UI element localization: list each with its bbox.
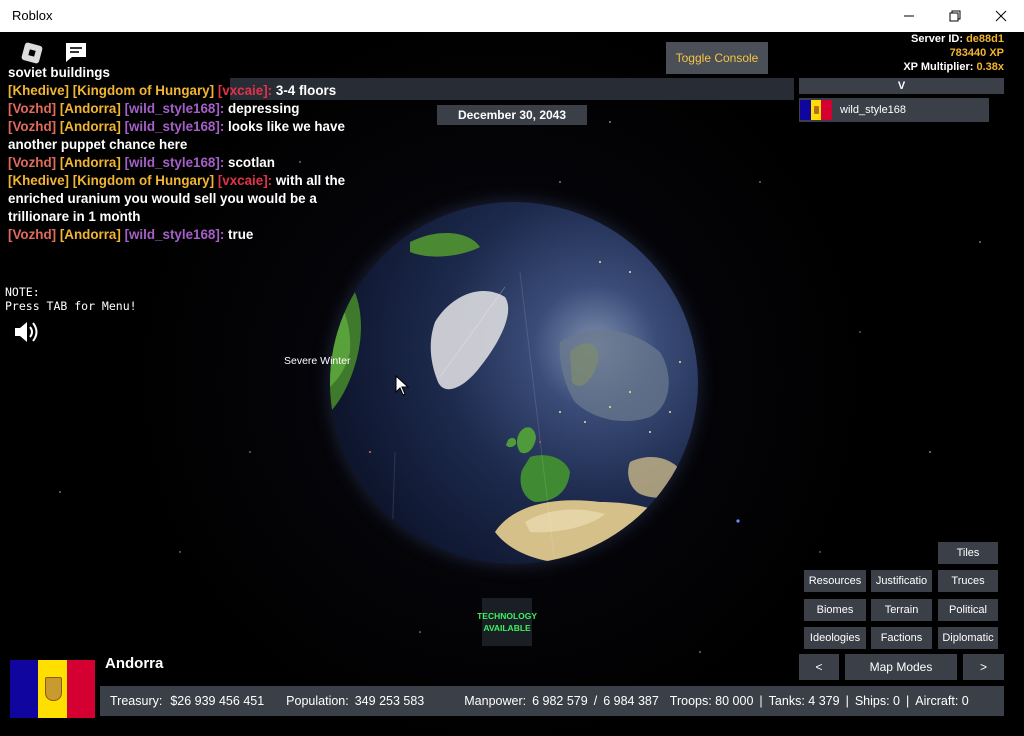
chat-text: true xyxy=(228,227,254,242)
manpower-label: Manpower: xyxy=(464,694,527,708)
stat-separator: | xyxy=(845,694,849,708)
map-mode-prev-button[interactable]: < xyxy=(799,654,839,680)
roblox-menu-icon[interactable] xyxy=(21,42,43,64)
chat-country: [Kingdom of Hungary] xyxy=(72,83,215,98)
map-modes-label: Map Modes xyxy=(845,654,957,680)
menu-note: NOTE: Press TAB for Menu! xyxy=(5,285,137,313)
restore-button[interactable] xyxy=(932,0,978,32)
speaker-icon[interactable] xyxy=(12,319,40,345)
chat-icon[interactable] xyxy=(64,41,88,63)
troops-value: Troops: 80 000 xyxy=(669,694,754,708)
globe-surface xyxy=(330,232,685,564)
player-list-tab[interactable]: V xyxy=(799,78,1004,94)
chat-country: [Andorra] xyxy=(59,119,121,134)
window-titlebar: Roblox xyxy=(0,0,1024,32)
player-name: wild_style168 xyxy=(840,104,907,116)
tech-badge-label: TECHNOLOGY AVAILABLE xyxy=(477,611,538,633)
manpower-max: 6 984 387 xyxy=(603,694,659,708)
map-mode-truces[interactable]: Truces xyxy=(938,570,998,592)
xp-multiplier-value: 0.38x xyxy=(976,61,1004,73)
xp-multiplier-label: XP Multiplier: xyxy=(903,61,974,73)
chat-message: [Khedive] [Kingdom of Hungary] [vxcaie]:… xyxy=(8,82,378,100)
chat-partial-line: soviet buildings xyxy=(8,65,110,80)
close-icon xyxy=(995,10,1007,22)
player-list-item[interactable]: wild_style168 xyxy=(799,98,989,122)
treasury-label: Treasury: xyxy=(110,694,163,708)
map-mode-political[interactable]: Political xyxy=(938,599,998,621)
map-mode-biomes[interactable]: Biomes xyxy=(804,599,866,621)
manpower-separator: / xyxy=(593,694,598,708)
chat-message: [Vozhd] [Andorra] [wild_style168]: looks… xyxy=(8,118,378,154)
server-id-value: de88d1 xyxy=(966,33,1004,45)
server-info: Server ID: de88d1 783440 XP XP Multiplie… xyxy=(903,32,1004,74)
map-mode-tiles[interactable]: Tiles xyxy=(938,542,998,564)
chat-rank: [Khedive] xyxy=(8,173,70,188)
chat-rank: [Khedive] xyxy=(8,83,70,98)
map-mode-terrain[interactable]: Terrain xyxy=(871,599,932,621)
chat-message: [Khedive] [Kingdom of Hungary] [vxcaie]:… xyxy=(8,172,378,226)
map-mode-justification[interactable]: Justificatio xyxy=(871,570,932,592)
map-mode-resources[interactable]: Resources xyxy=(804,570,866,592)
minimize-button[interactable] xyxy=(886,0,932,32)
ships-value: Ships: 0 xyxy=(854,694,900,708)
treasury-value: $26 939 456 451 xyxy=(170,694,265,708)
mouse-cursor-icon xyxy=(395,375,410,396)
toggle-console-button[interactable]: Toggle Console xyxy=(666,42,768,74)
note-title: NOTE: xyxy=(5,285,40,299)
game-viewport[interactable]: soviet buildings [Khedive] [Kingdom of H… xyxy=(0,32,1024,736)
stat-separator: | xyxy=(905,694,910,708)
technology-available-button[interactable]: TECHNOLOGY AVAILABLE xyxy=(477,598,537,646)
weather-label: Severe Winter xyxy=(284,355,351,367)
chat-user[interactable]: [wild_style168]: xyxy=(125,155,225,170)
chat-user[interactable]: [vxcaie]: xyxy=(218,83,272,98)
chat-user[interactable]: [vxcaie]: xyxy=(218,173,272,188)
chat-rank: [Vozhd] xyxy=(8,155,57,170)
population-label: Population: xyxy=(286,694,349,708)
manpower-value: 6 982 579 xyxy=(532,694,588,708)
tanks-value: Tanks: 4 379 xyxy=(768,694,840,708)
chat-country: [Kingdom of Hungary] xyxy=(72,173,215,188)
note-text: Press TAB for Menu! xyxy=(5,299,137,313)
aircraft-value: Aircraft: 0 xyxy=(915,694,969,708)
map-mode-next-button[interactable]: > xyxy=(963,654,1004,680)
chat-rank: [Vozhd] xyxy=(8,101,57,116)
population-value: 349 253 583 xyxy=(354,694,425,708)
map-mode-factions[interactable]: Factions xyxy=(871,627,932,649)
chat-user[interactable]: [wild_style168]: xyxy=(125,119,225,134)
chat-message: [Vozhd] [Andorra] [wild_style168]: scotl… xyxy=(8,154,378,172)
map-mode-diplomatic[interactable]: Diplomatic xyxy=(938,627,998,649)
chat-rank: [Vozhd] xyxy=(8,119,57,134)
xp-value: 783440 XP xyxy=(949,47,1004,59)
chat-text: scotlan xyxy=(228,155,275,170)
chat-log: soviet buildings [Khedive] [Kingdom of H… xyxy=(8,65,378,244)
restore-icon xyxy=(949,10,961,22)
chat-country: [Andorra] xyxy=(59,227,121,242)
chat-text: depressing xyxy=(228,101,300,116)
chat-country: [Andorra] xyxy=(59,101,121,116)
country-name: Andorra xyxy=(105,655,164,672)
chat-message: [Vozhd] [Andorra] [wild_style168]: true xyxy=(8,226,378,244)
window-title: Roblox xyxy=(12,8,53,23)
country-stats-bar: Treasury: $26 939 456 451 Population: 34… xyxy=(100,686,1004,716)
close-button[interactable] xyxy=(978,0,1024,32)
server-id-label: Server ID: xyxy=(911,33,964,45)
game-date: December 30, 2043 xyxy=(437,105,587,125)
minimize-icon xyxy=(904,15,914,17)
chat-message: [Vozhd] [Andorra] [wild_style168]: depre… xyxy=(8,100,378,118)
chat-country: [Andorra] xyxy=(59,155,121,170)
map-mode-ideologies[interactable]: Ideologies xyxy=(804,627,866,649)
andorra-flag-icon xyxy=(800,100,833,120)
chat-rank: [Vozhd] xyxy=(8,227,57,242)
stat-separator: | xyxy=(759,694,763,708)
chat-text: 3-4 floors xyxy=(275,83,337,98)
earth-globe[interactable] xyxy=(330,202,698,564)
country-flag-icon[interactable] xyxy=(10,660,95,718)
chat-user[interactable]: [wild_style168]: xyxy=(125,227,225,242)
chat-user[interactable]: [wild_style168]: xyxy=(125,101,225,116)
